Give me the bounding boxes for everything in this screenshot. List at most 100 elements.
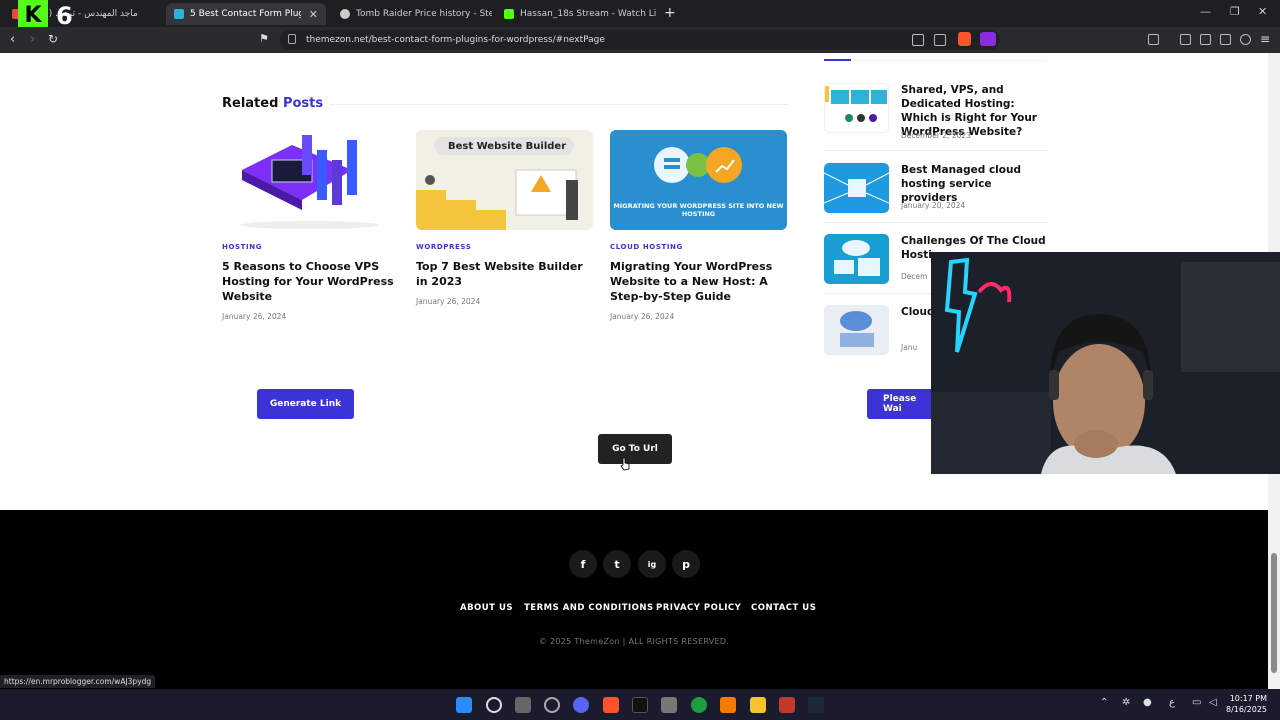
related-post-card[interactable]: Best Website Builder WORDPRESS Top 7 Bes… [416, 130, 593, 306]
footer-link-privacy[interactable]: PRIVACY POLICY [656, 603, 741, 613]
sidebar-thumbnail[interactable] [824, 305, 889, 355]
media-icon[interactable] [1180, 34, 1191, 45]
wallet-icon[interactable] [1220, 34, 1231, 45]
start-icon[interactable] [456, 697, 472, 713]
please-wait-button[interactable]: Please Wai [867, 389, 937, 419]
related-post-card[interactable]: MIGRATING YOUR WORDPRESS SITE INTO NEW H… [610, 130, 787, 321]
network-icon[interactable]: ▭ [1192, 697, 1201, 708]
generate-link-button[interactable]: Generate Link [257, 389, 354, 419]
app-icon[interactable] [779, 697, 795, 713]
task-view-icon[interactable] [515, 697, 531, 713]
system-clock[interactable]: 10:17 PM 8/16/2025 [1226, 693, 1267, 715]
forward-icon[interactable]: › [30, 32, 35, 47]
sidebar-post[interactable]: Best Managed cloud hosting service provi… [824, 163, 1048, 218]
settings-tray-icon[interactable]: ✲ [1122, 697, 1130, 708]
webcam-video [931, 252, 1280, 474]
related-post-card[interactable]: HOSTING 5 Reasons to Choose VPS Hosting … [222, 130, 399, 321]
sidebar-post[interactable]: Shared, VPS, and Dedicated Hosting: Whic… [824, 83, 1048, 143]
related-posts-heading: Related Posts [222, 96, 323, 111]
vpn-icon[interactable] [1148, 34, 1159, 45]
post-category[interactable]: CLOUD HOSTING [610, 243, 787, 251]
facebook-icon[interactable]: f [569, 550, 597, 578]
tab-label: Tomb Raider Price history - SteamDB [356, 9, 492, 19]
show-hidden-icons[interactable]: ⌃ [1100, 697, 1108, 708]
sidebar-post-date: Decem [901, 272, 928, 281]
search-icon[interactable] [486, 697, 502, 713]
heading-accent: Posts [282, 96, 324, 111]
hand-cursor-icon [620, 457, 630, 471]
post-date: January 26, 2024 [222, 312, 287, 321]
obs-icon[interactable] [544, 697, 560, 713]
share-icon[interactable] [934, 34, 946, 46]
sidebar-icon[interactable] [1200, 34, 1211, 45]
tab-label: Hassan_18s Stream - Watch Live on K [520, 9, 656, 19]
restore-icon[interactable]: ❐ [1230, 5, 1240, 18]
tab-4[interactable]: Hassan_18s Stream - Watch Live on K [496, 3, 656, 25]
post-title[interactable]: Top 7 Best Website Builder in 2023 [416, 259, 593, 289]
file-explorer-icon[interactable] [750, 697, 766, 713]
twitter-icon[interactable]: t [603, 550, 631, 578]
reader-mode-icon[interactable] [912, 34, 924, 46]
minimize-icon[interactable]: — [1200, 5, 1211, 18]
post-date: January 26, 2024 [610, 312, 675, 321]
brave-icon[interactable] [603, 697, 619, 713]
post-thumbnail[interactable]: MIGRATING YOUR WORDPRESS SITE INTO NEW H… [610, 130, 787, 230]
cloud-network-illustration [824, 172, 889, 204]
close-tab-icon[interactable]: ✕ [309, 8, 318, 21]
post-title[interactable]: 5 Reasons to Choose VPS Hosting for Your… [222, 259, 399, 304]
close-window-icon[interactable]: ✕ [1258, 5, 1267, 18]
xbox-icon[interactable] [691, 697, 707, 713]
divider [851, 60, 1047, 61]
new-tab-button[interactable]: + [664, 5, 676, 21]
pinterest-icon[interactable]: p [672, 550, 700, 578]
cloud-devices-illustration [834, 240, 880, 276]
volume-icon[interactable]: ◁ [1209, 697, 1217, 708]
reload-icon[interactable]: ↻ [48, 32, 58, 46]
vps-illustration [240, 135, 380, 229]
divider [824, 150, 1048, 151]
sidebar-accent [824, 59, 851, 61]
microphone-icon[interactable]: ● [1143, 697, 1152, 708]
kick-logo-overlay: K [18, 0, 48, 30]
tiktok-icon[interactable] [632, 697, 648, 713]
post-title[interactable]: Migrating Your WordPress Website to a Ne… [610, 259, 787, 304]
post-thumbnail[interactable] [222, 130, 399, 230]
steamdb-icon [340, 9, 350, 19]
back-icon[interactable]: ‹ [10, 32, 15, 47]
site-info-icon[interactable] [288, 34, 296, 44]
footer-link-terms[interactable]: TERMS AND CONDITIONS [524, 603, 654, 613]
brave-rewards-icon[interactable] [980, 32, 996, 46]
app-icon[interactable] [720, 697, 736, 713]
site-favicon-icon [174, 9, 184, 19]
post-category[interactable]: WORDPRESS [416, 243, 593, 251]
discord-icon[interactable] [573, 697, 589, 713]
brave-shields-icon[interactable] [958, 32, 971, 46]
footer-link-contact[interactable]: CONTACT US [751, 603, 816, 613]
store-icon[interactable] [661, 697, 677, 713]
address-bar[interactable]: themezon.net/best-contact-form-plugins-f… [280, 30, 1000, 50]
copyright: © 2025 ThemeZon | ALL RIGHTS RESERVED. [538, 637, 730, 646]
sidebar-post-title[interactable]: Best Managed cloud hosting service provi… [901, 163, 1046, 205]
sidebar-thumbnail[interactable] [824, 163, 889, 213]
sidebar-thumbnail[interactable] [824, 234, 889, 284]
sidebar-post-date: January 20, 2024 [901, 201, 966, 210]
webcam-overlay [931, 252, 1280, 474]
scrollbar-thumb[interactable] [1271, 553, 1277, 673]
language-indicator[interactable]: ع [1169, 697, 1175, 708]
menu-icon[interactable]: ≡ [1260, 32, 1270, 46]
heading-text: Related [222, 96, 279, 111]
steam-icon[interactable] [808, 697, 824, 713]
status-bar-url: https://en.mrproblogger.com/wAJ3pydg [0, 675, 156, 688]
tab-2[interactable]: 5 Best Contact Form Plugins for ✕ [166, 3, 326, 25]
bookmark-icon[interactable]: ⚑ [259, 32, 269, 45]
sidebar-thumbnail[interactable] [824, 83, 889, 133]
overlay-number: 6 [56, 2, 73, 30]
post-thumbnail[interactable]: Best Website Builder [416, 130, 593, 230]
tab-3[interactable]: Tomb Raider Price history - SteamDB [332, 3, 492, 25]
post-category[interactable]: HOSTING [222, 243, 399, 251]
sidebar-post-date: December 2, 2023 [901, 131, 971, 140]
go-to-url-button[interactable]: Go To Url [598, 434, 672, 464]
footer-link-about[interactable]: ABOUT US [460, 603, 513, 613]
instagram-icon[interactable]: ig [638, 550, 666, 578]
vpn-shield-icon[interactable] [1240, 34, 1251, 45]
